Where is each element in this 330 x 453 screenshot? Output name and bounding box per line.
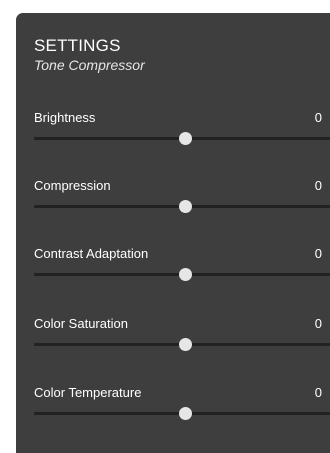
slider-thumb[interactable]: [179, 338, 192, 351]
slider-thumb[interactable]: [179, 268, 192, 281]
slider-row-brightness: Brightness 0: [16, 110, 330, 160]
slider-label: Color Saturation: [34, 316, 128, 331]
slider-value: 0: [314, 178, 322, 193]
slider-row-contrast-adaptation: Contrast Adaptation 0: [16, 246, 330, 296]
panel-header: SETTINGS Tone Compressor: [34, 36, 145, 74]
slider-row-color-saturation: Color Saturation 0: [16, 316, 330, 366]
slider-thumb[interactable]: [179, 200, 192, 213]
slider-value: 0: [314, 316, 322, 331]
slider-row-color-temperature: Color Temperature 0: [16, 385, 330, 435]
slider-track[interactable]: [34, 132, 330, 145]
slider-value: 0: [314, 110, 322, 125]
slider-label: Brightness: [34, 110, 96, 125]
panel-subtitle: Tone Compressor: [34, 57, 145, 73]
slider-thumb[interactable]: [179, 132, 192, 145]
slider-track[interactable]: [34, 338, 330, 351]
slider-track[interactable]: [34, 200, 330, 213]
settings-panel: SETTINGS Tone Compressor Brightness 0 Co…: [16, 13, 330, 453]
slider-label: Contrast Adaptation: [34, 246, 149, 261]
slider-thumb[interactable]: [179, 407, 192, 420]
slider-value: 0: [314, 246, 322, 261]
slider-label: Color Temperature: [34, 385, 142, 400]
slider-track[interactable]: [34, 407, 330, 420]
slider-label: Compression: [34, 178, 111, 193]
slider-value: 0: [314, 385, 322, 400]
slider-row-compression: Compression 0: [16, 178, 330, 228]
slider-track[interactable]: [34, 268, 330, 281]
panel-title: SETTINGS: [34, 36, 121, 55]
